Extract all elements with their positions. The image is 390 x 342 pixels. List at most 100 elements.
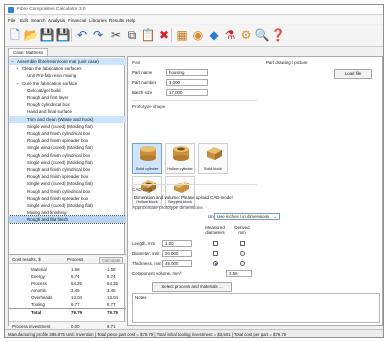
- shape-library-icon[interactable]: ◆: [207, 28, 221, 42]
- tree-item[interactable]: Mixing and finishing: [9, 209, 126, 216]
- volume-field[interactable]: 3.56: [226, 270, 252, 277]
- tree-item[interactable]: Unit Pre-fab resin mixing: [9, 72, 126, 79]
- cost-row: Tooling 8.77 8.77: [9, 301, 126, 308]
- divider: [132, 100, 257, 101]
- investment-row: Process investment 0.00 9.71: [9, 321, 126, 329]
- cost-row: Overheads 13.04 13.04: [9, 294, 126, 301]
- help-icon[interactable]: ❓: [271, 28, 286, 42]
- menu-file[interactable]: File: [8, 18, 15, 23]
- thickness-label: Thickness, mm: [132, 261, 162, 266]
- cost-row-value: 5.74: [71, 274, 80, 279]
- tree-item[interactable]: Rough and finish spreader box: [9, 137, 126, 144]
- hollow-cylinder-shape[interactable]: Hollow cylinder: [165, 143, 195, 174]
- tree-item[interactable]: Hand and final surface: [9, 108, 126, 115]
- tree-item[interactable]: Rough and finish spreader box: [9, 195, 126, 202]
- tree-item[interactable]: Single wind (cured) (Molding flat): [9, 202, 126, 209]
- thickness-measured-radio[interactable]: [213, 261, 218, 266]
- thickness-field[interactable]: 45.000: [162, 260, 192, 267]
- length-derived-checkbox[interactable]: [240, 241, 245, 246]
- zoom-icon[interactable]: 🔍: [255, 28, 270, 42]
- tab-case[interactable]: Case: Mattress: [8, 48, 49, 56]
- save-icon[interactable]: 💾: [40, 28, 55, 42]
- cost-row-label: Process: [31, 281, 47, 286]
- length-field[interactable]: 1.00: [162, 240, 192, 247]
- load-file-button[interactable]: Load file: [334, 69, 372, 79]
- tree-item[interactable]: Rough and finish cylindrical box: [9, 130, 126, 137]
- tree-item[interactable]: Single wind (cured) (Molding flat): [9, 144, 126, 151]
- copy-icon[interactable]: ⧉: [125, 28, 139, 42]
- menu-financial[interactable]: Financial: [68, 18, 86, 23]
- toolbar: 🗋 📂 💾 💾 ↶ ↷ ✂ ⧉ 📋 ✖ ▦ ◉ ◆ ⚗ ⚙ 🔍 ❓: [5, 25, 383, 47]
- expand-icon[interactable]: +: [16, 65, 19, 72]
- menu-search[interactable]: Search: [31, 18, 46, 23]
- tree-item[interactable]: − Cure the fabrication surface: [9, 80, 126, 87]
- redo-icon[interactable]: ↷: [91, 28, 105, 42]
- part-name-field[interactable]: housing: [166, 69, 208, 76]
- tree-item-label: Rough and flat finish: [27, 217, 69, 223]
- save-all-icon[interactable]: 💾: [56, 28, 71, 42]
- investment-label: Process investment: [12, 323, 51, 329]
- stepped-block-shape[interactable]: Stepped block: [165, 176, 195, 207]
- tree-item[interactable]: Rough and finish cylindrical box: [9, 188, 126, 195]
- tree-item[interactable]: Single wind (cured) (Molding flat): [9, 180, 126, 187]
- menu-edit[interactable]: Edit: [20, 18, 28, 23]
- tree-item[interactable]: Rough cylindrical box: [9, 101, 126, 108]
- batch-size-field[interactable]: 17,000: [166, 89, 208, 96]
- tree-item[interactable]: − Assemble fibre/resin/core mat (unit cas…: [9, 58, 126, 66]
- divider: [132, 184, 257, 185]
- tree-item[interactable]: Rough and finish cylindrical box: [9, 152, 126, 159]
- length-measured-checkbox[interactable]: [213, 241, 218, 246]
- solid-cylinder-shape[interactable]: Solid cylinder: [132, 143, 162, 174]
- volume-label: Component volume, mm³: [132, 271, 182, 276]
- units-dropdown[interactable]: Use inches / in dimensions ⌄: [214, 213, 280, 220]
- tree-item[interactable]: Rough and flat finish: [9, 215, 126, 225]
- process-library-icon[interactable]: ◉: [191, 28, 205, 42]
- tree-item-label: Rough and finish spreader box: [27, 195, 89, 201]
- diameter-measured-checkbox[interactable]: [213, 251, 218, 256]
- tree-item-label: Rough and finish spreader box: [27, 138, 89, 144]
- menu-analysis[interactable]: Analysis: [48, 18, 65, 23]
- tree-item[interactable]: Rough and first layer: [9, 94, 126, 101]
- tree-item[interactable]: Single wind (cured) (Molding flat): [9, 159, 126, 166]
- part-number-field[interactable]: 3,000: [166, 79, 208, 86]
- cost-row-value: 5.74: [107, 274, 116, 279]
- tree-item[interactable]: Gelcoat/gel build: [9, 87, 126, 94]
- toolbar-separator: [71, 28, 72, 42]
- app-icon: [8, 7, 14, 13]
- solid-block-shape[interactable]: Solid block: [198, 143, 228, 174]
- menu-results[interactable]: Results: [109, 18, 124, 23]
- tree-item[interactable]: Rough and finish cylindrical box: [9, 166, 126, 173]
- calculate-button[interactable]: Calculate: [99, 257, 123, 264]
- delete-icon[interactable]: ✖: [157, 28, 171, 42]
- materials-library-icon[interactable]: ▦: [175, 28, 189, 42]
- tree-item-label: Assemble fibre/resin/core mat (unit case…: [17, 59, 99, 64]
- tree-item[interactable]: + Clean the fabrication surfaces: [9, 65, 126, 72]
- cost-row: Process 54.25 54.25: [9, 280, 126, 287]
- left-pane: − Assemble fibre/resin/core mat (unit cas…: [8, 56, 126, 329]
- tree-item-label: Cure the fabrication surface: [22, 80, 78, 86]
- undo-icon[interactable]: ↶: [75, 28, 89, 42]
- cut-icon[interactable]: ✂: [109, 28, 123, 42]
- collapse-icon[interactable]: −: [16, 80, 19, 87]
- select-process-button[interactable]: Select process and materials ...: [152, 282, 232, 292]
- paste-icon[interactable]: 📋: [141, 28, 156, 42]
- tree-item[interactable]: Trim and clean (Waste and hook): [9, 115, 126, 123]
- new-document-icon[interactable]: 🗋: [8, 28, 22, 42]
- tree-item[interactable]: Single wind (cured) (Molding flat): [9, 123, 126, 130]
- batch-size-label: Batch size: [132, 90, 153, 95]
- diameter-derived-radio[interactable]: [240, 251, 245, 256]
- tooling-icon[interactable]: ⚗: [223, 28, 237, 42]
- diameter-field[interactable]: 20.000: [162, 250, 192, 257]
- cost-results-header: Cost results, $ Process Calculate: [9, 255, 126, 264]
- cost-row-label: Tooling: [31, 302, 45, 307]
- thickness-derived-radio[interactable]: [240, 261, 245, 266]
- menu-libraries[interactable]: Libraries: [89, 18, 107, 23]
- open-folder-icon[interactable]: 📂: [24, 28, 39, 42]
- calculate-icon[interactable]: ⚙: [239, 28, 253, 42]
- tree-item[interactable]: Rough and finish spreader box: [9, 173, 126, 180]
- notes-textarea[interactable]: Notes: [132, 293, 380, 323]
- menu-help[interactable]: Help: [126, 18, 135, 23]
- cost-row-value: 54.25: [71, 281, 82, 286]
- collapse-icon[interactable]: −: [11, 58, 14, 65]
- shape-label: Hollow block: [136, 200, 158, 204]
